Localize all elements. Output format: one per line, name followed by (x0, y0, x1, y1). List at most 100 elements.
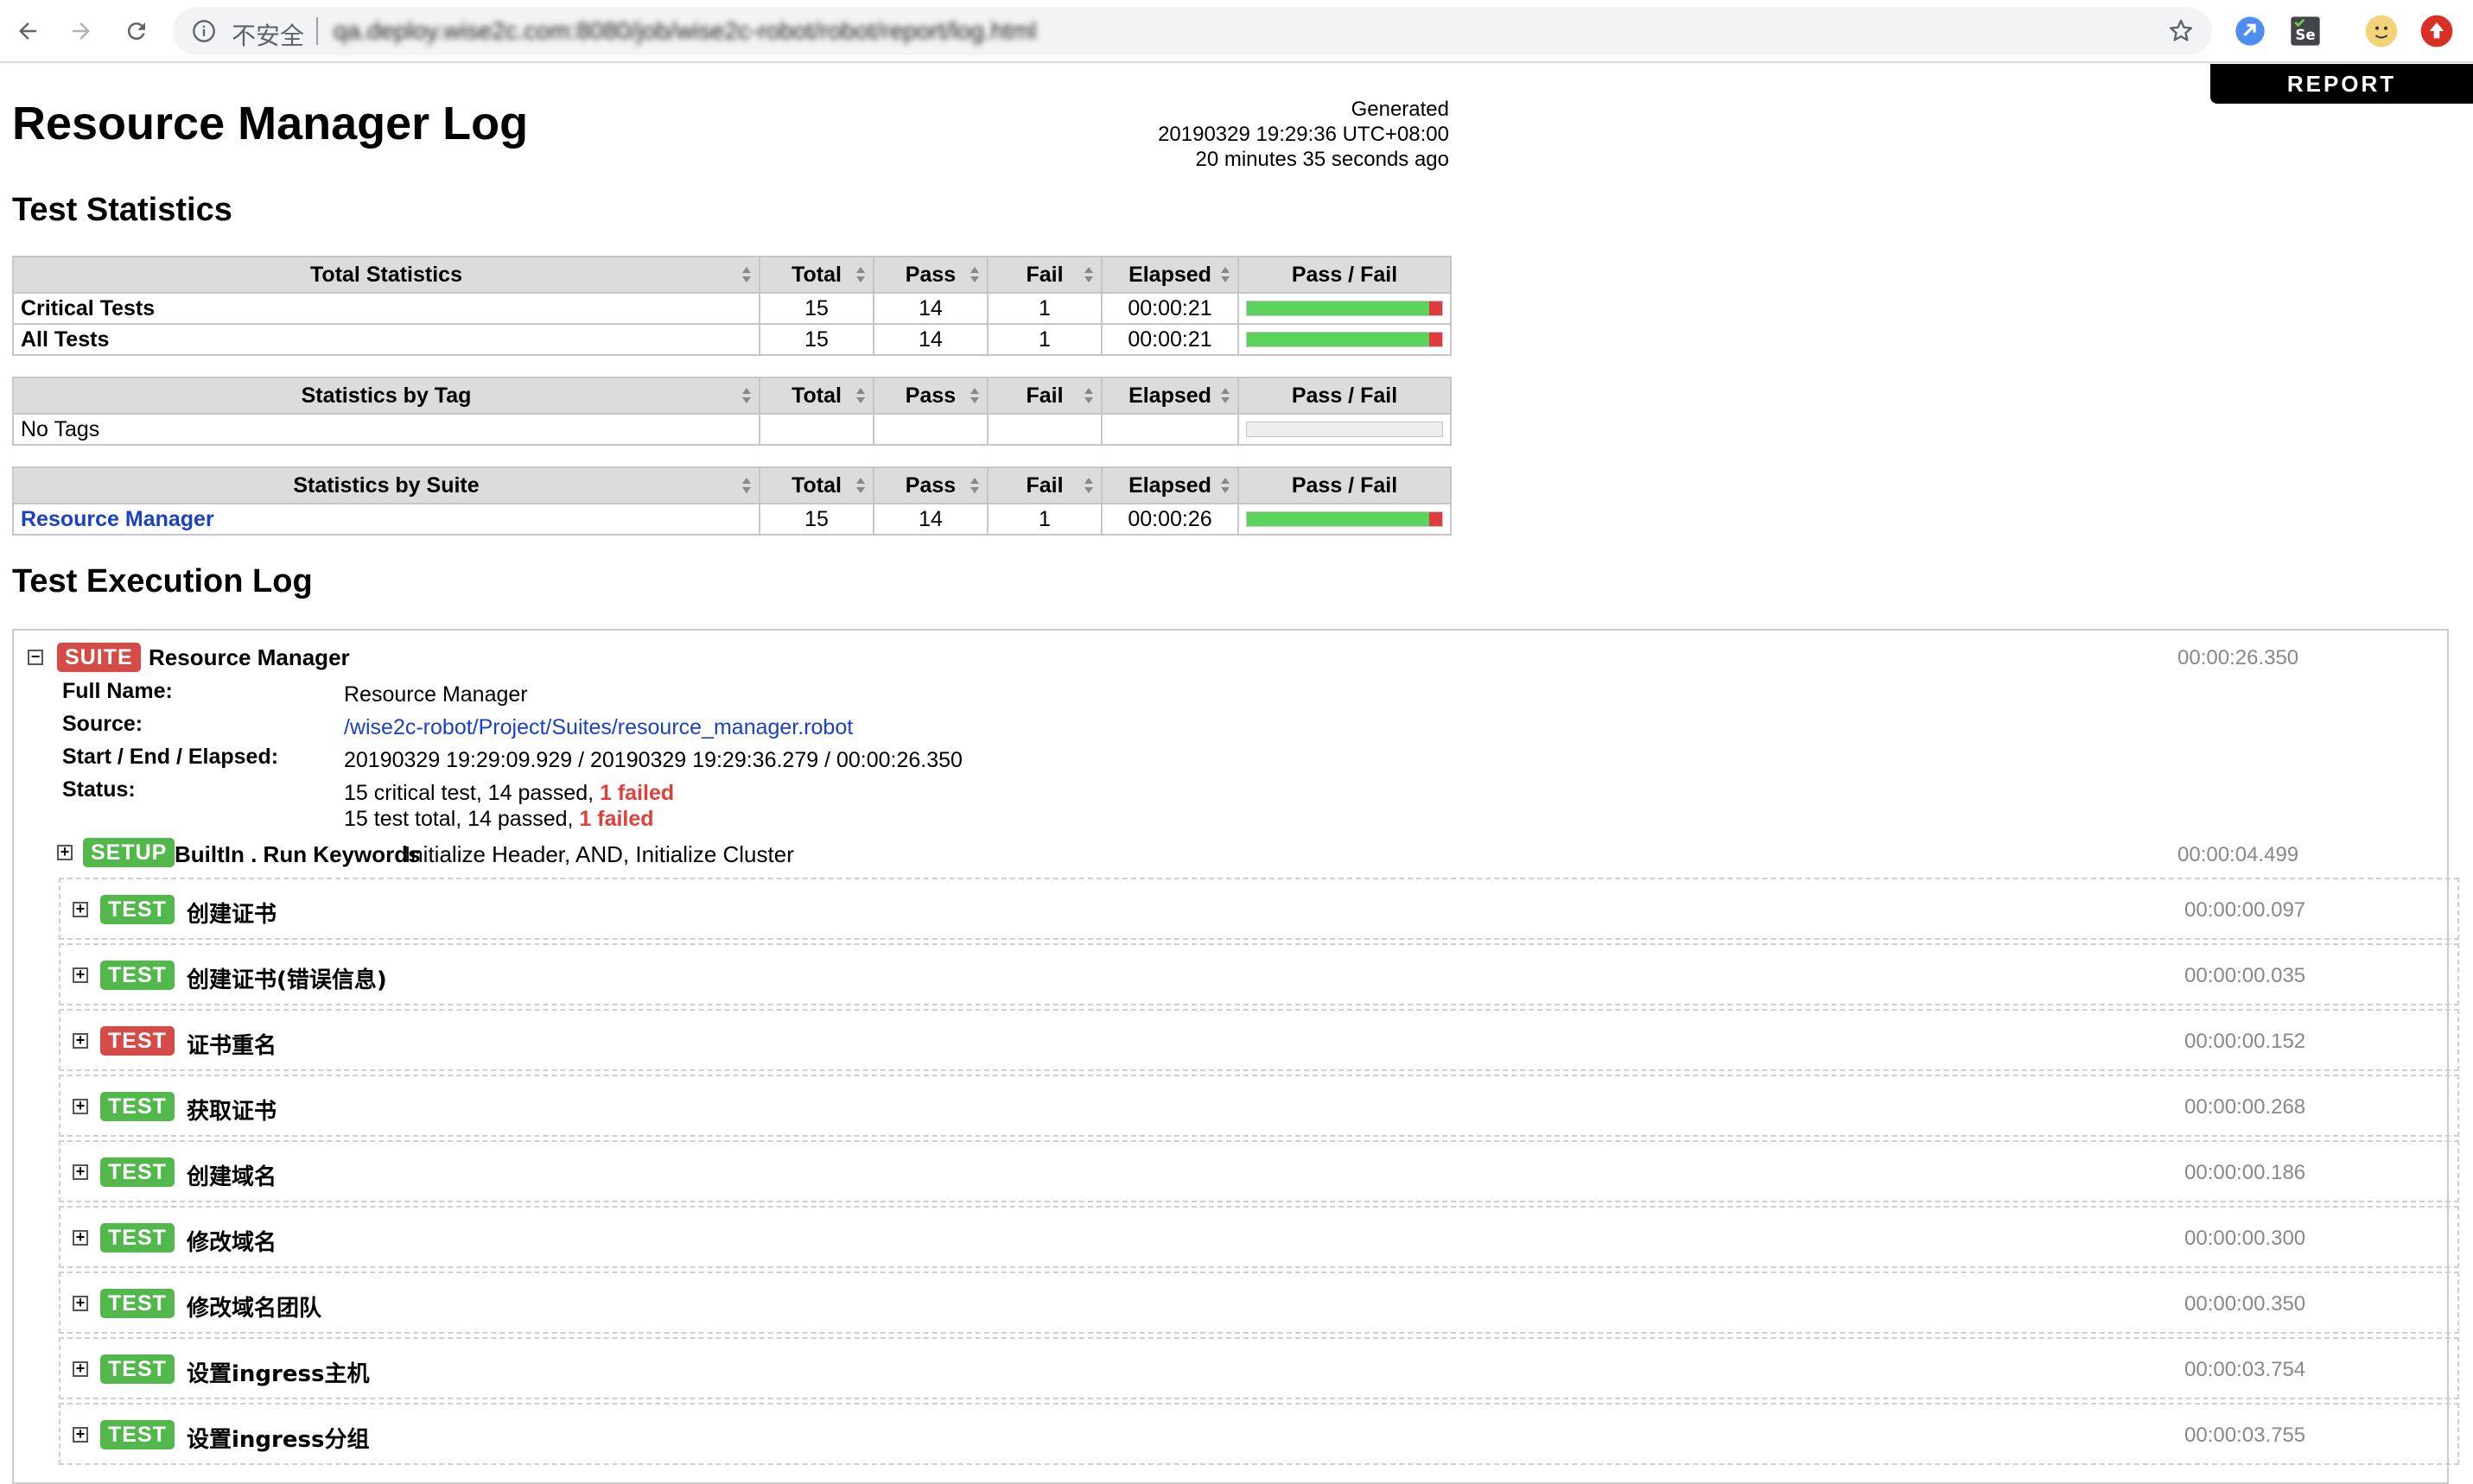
col-elapsed-header[interactable]: Elapsed (1101, 466, 1239, 504)
col-passfail-header: Pass / Fail (1237, 256, 1452, 294)
col-elapsed-header[interactable]: Elapsed (1101, 256, 1239, 294)
col-fail-header[interactable]: Fail (987, 466, 1103, 504)
col-name-header[interactable]: Statistics by Suite (12, 466, 760, 504)
test-label-badge: TEST (100, 961, 175, 990)
fail-bar-segment (1428, 333, 1442, 346)
expand-toggle[interactable]: + (73, 1098, 88, 1114)
test-name[interactable]: 获取证书 (187, 1094, 277, 1126)
col-name-header[interactable]: Statistics by Tag (12, 377, 760, 415)
back-icon[interactable] (7, 10, 48, 52)
expand-toggle[interactable]: + (73, 1032, 88, 1049)
test-name[interactable]: 设置ingress分组 (187, 1422, 369, 1454)
extension-arrow-icon[interactable] (2233, 14, 2267, 48)
test-label-badge: TEST (100, 1026, 175, 1056)
test-name[interactable]: 创建证书(错误信息) (187, 962, 387, 994)
test-name[interactable]: 创建证书 (187, 897, 277, 929)
test-label-badge: TEST (100, 1420, 175, 1449)
test-element[interactable]: + TEST 创建证书 00:00:00.097 (59, 878, 2459, 940)
info-icon[interactable] (192, 19, 216, 43)
col-total-header[interactable]: Total (759, 256, 874, 294)
stat-graph (1237, 503, 1452, 536)
collapse-toggle[interactable]: − (28, 649, 43, 665)
expand-toggle[interactable]: + (73, 967, 88, 983)
stat-total: 15 (759, 323, 874, 356)
test-element[interactable]: + TEST 获取证书 00:00:00.268 (59, 1075, 2459, 1137)
expand-toggle[interactable]: + (73, 1295, 88, 1311)
stat-elapsed: 00:00:26 (1101, 503, 1239, 536)
source-link[interactable]: /wise2c-robot/Project/Suites/resource_ma… (344, 715, 853, 740)
stat-name: All Tests (12, 323, 760, 356)
report-link-button[interactable]: REPORT (2210, 64, 2473, 104)
status-line-critical: 15 critical test, 14 passed, 1 failed (344, 781, 675, 805)
table-row[interactable]: No Tags (12, 413, 1452, 446)
setup-arguments: Initialize Header, AND, Initialize Clust… (404, 841, 794, 867)
table-row[interactable]: Critical Tests 15 14 1 00:00:21 (12, 292, 1452, 325)
expand-toggle[interactable]: + (73, 901, 88, 917)
test-label-badge: TEST (100, 895, 175, 924)
stat-name: No Tags (12, 413, 760, 446)
expand-toggle[interactable]: + (73, 1426, 88, 1443)
col-pass-header[interactable]: Pass (873, 256, 989, 294)
test-name[interactable]: 证书重名 (187, 1028, 277, 1060)
col-elapsed-header[interactable]: Elapsed (1101, 377, 1239, 415)
url-text[interactable]: qa.deploy.wise2c.com:8080/job/wise2c-rob… (334, 17, 1036, 45)
suite-elapsed: 00:00:26.350 (2177, 646, 2299, 669)
reload-icon[interactable] (116, 10, 157, 52)
full-name-value: Resource Manager (344, 682, 528, 707)
suite-label-badge: SUITE (57, 643, 141, 672)
stat-graph (1237, 413, 1452, 446)
expand-toggle[interactable]: + (73, 1360, 88, 1377)
test-name[interactable]: 设置ingress主机 (187, 1356, 369, 1388)
test-elapsed: 00:00:00.152 (2184, 1030, 2306, 1053)
col-total-header[interactable]: Total (759, 466, 874, 504)
setup-keyword[interactable]: BuiltIn . Run Keywords (175, 841, 421, 868)
col-fail-header[interactable]: Fail (987, 256, 1103, 294)
col-fail-header[interactable]: Fail (987, 377, 1103, 415)
test-element[interactable]: + TEST 设置ingress分组 00:00:03.755 (59, 1403, 2459, 1465)
failed-count: 1 failed (579, 807, 654, 831)
col-name-header[interactable]: Total Statistics (12, 256, 760, 294)
generated-timestamp: 20190329 19:29:36 UTC+08:00 (1158, 123, 1449, 146)
test-name[interactable]: 修改域名团队 (187, 1291, 321, 1322)
table-row[interactable]: Resource Manager 15 14 1 00:00:26 (12, 503, 1452, 536)
profile-avatar-icon[interactable] (2364, 14, 2399, 48)
sort-icon (969, 387, 980, 404)
test-element[interactable]: + TEST 修改域名 00:00:00.300 (59, 1206, 2459, 1268)
expand-toggle[interactable]: + (73, 1229, 88, 1246)
col-passfail-header: Pass / Fail (1237, 377, 1452, 415)
test-element[interactable]: + TEST 修改域名团队 00:00:00.350 (59, 1272, 2459, 1334)
suite-link[interactable]: Resource Manager (12, 503, 760, 536)
table-row[interactable]: All Tests 15 14 1 00:00:21 (12, 323, 1452, 356)
selenium-ide-icon[interactable]: Se (2288, 14, 2323, 48)
pass-fail-bar (1246, 301, 1443, 316)
col-pass-header[interactable]: Pass (873, 377, 989, 415)
forward-icon[interactable] (60, 10, 102, 52)
svg-text:Se: Se (2295, 27, 2315, 43)
stat-fail: 1 (987, 292, 1103, 325)
test-elapsed: 00:00:00.350 (2184, 1292, 2306, 1316)
test-element[interactable]: + TEST 创建证书(错误信息) 00:00:00.035 (59, 943, 2459, 1005)
test-element[interactable]: + TEST 创建域名 00:00:00.186 (59, 1140, 2459, 1202)
update-alert-icon[interactable] (2419, 14, 2454, 48)
total-statistics-table: Total Statistics Total Pass Fail Elapsed… (12, 256, 1452, 356)
test-element[interactable]: + TEST 证书重名 00:00:00.152 (59, 1009, 2459, 1071)
sort-icon (1084, 266, 1094, 283)
col-total-header[interactable]: Total (759, 377, 874, 415)
test-element[interactable]: + TEST 设置ingress主机 00:00:03.754 (59, 1337, 2459, 1399)
test-name[interactable]: 修改域名 (187, 1225, 277, 1257)
expand-toggle[interactable]: + (57, 844, 73, 860)
stat-pass: 14 (873, 503, 989, 536)
col-passfail-header: Pass / Fail (1237, 466, 1452, 504)
address-bar[interactable]: 不安全 qa.deploy.wise2c.com:8080/job/wise2c… (173, 7, 2212, 55)
bookmark-star-icon[interactable] (2167, 17, 2195, 45)
sort-icon (1220, 387, 1230, 404)
test-name[interactable]: 创建域名 (187, 1159, 277, 1191)
test-label-badge: TEST (100, 1092, 175, 1121)
suite-statistics-header-row: Statistics by Suite Total Pass Fail Elap… (12, 466, 1452, 504)
pass-bar-segment (1247, 301, 1429, 315)
col-pass-header[interactable]: Pass (873, 466, 989, 504)
suite-name[interactable]: Resource Manager (149, 644, 350, 671)
expand-toggle[interactable]: + (73, 1164, 88, 1180)
stat-name: Critical Tests (12, 292, 760, 325)
sort-icon (741, 477, 752, 494)
